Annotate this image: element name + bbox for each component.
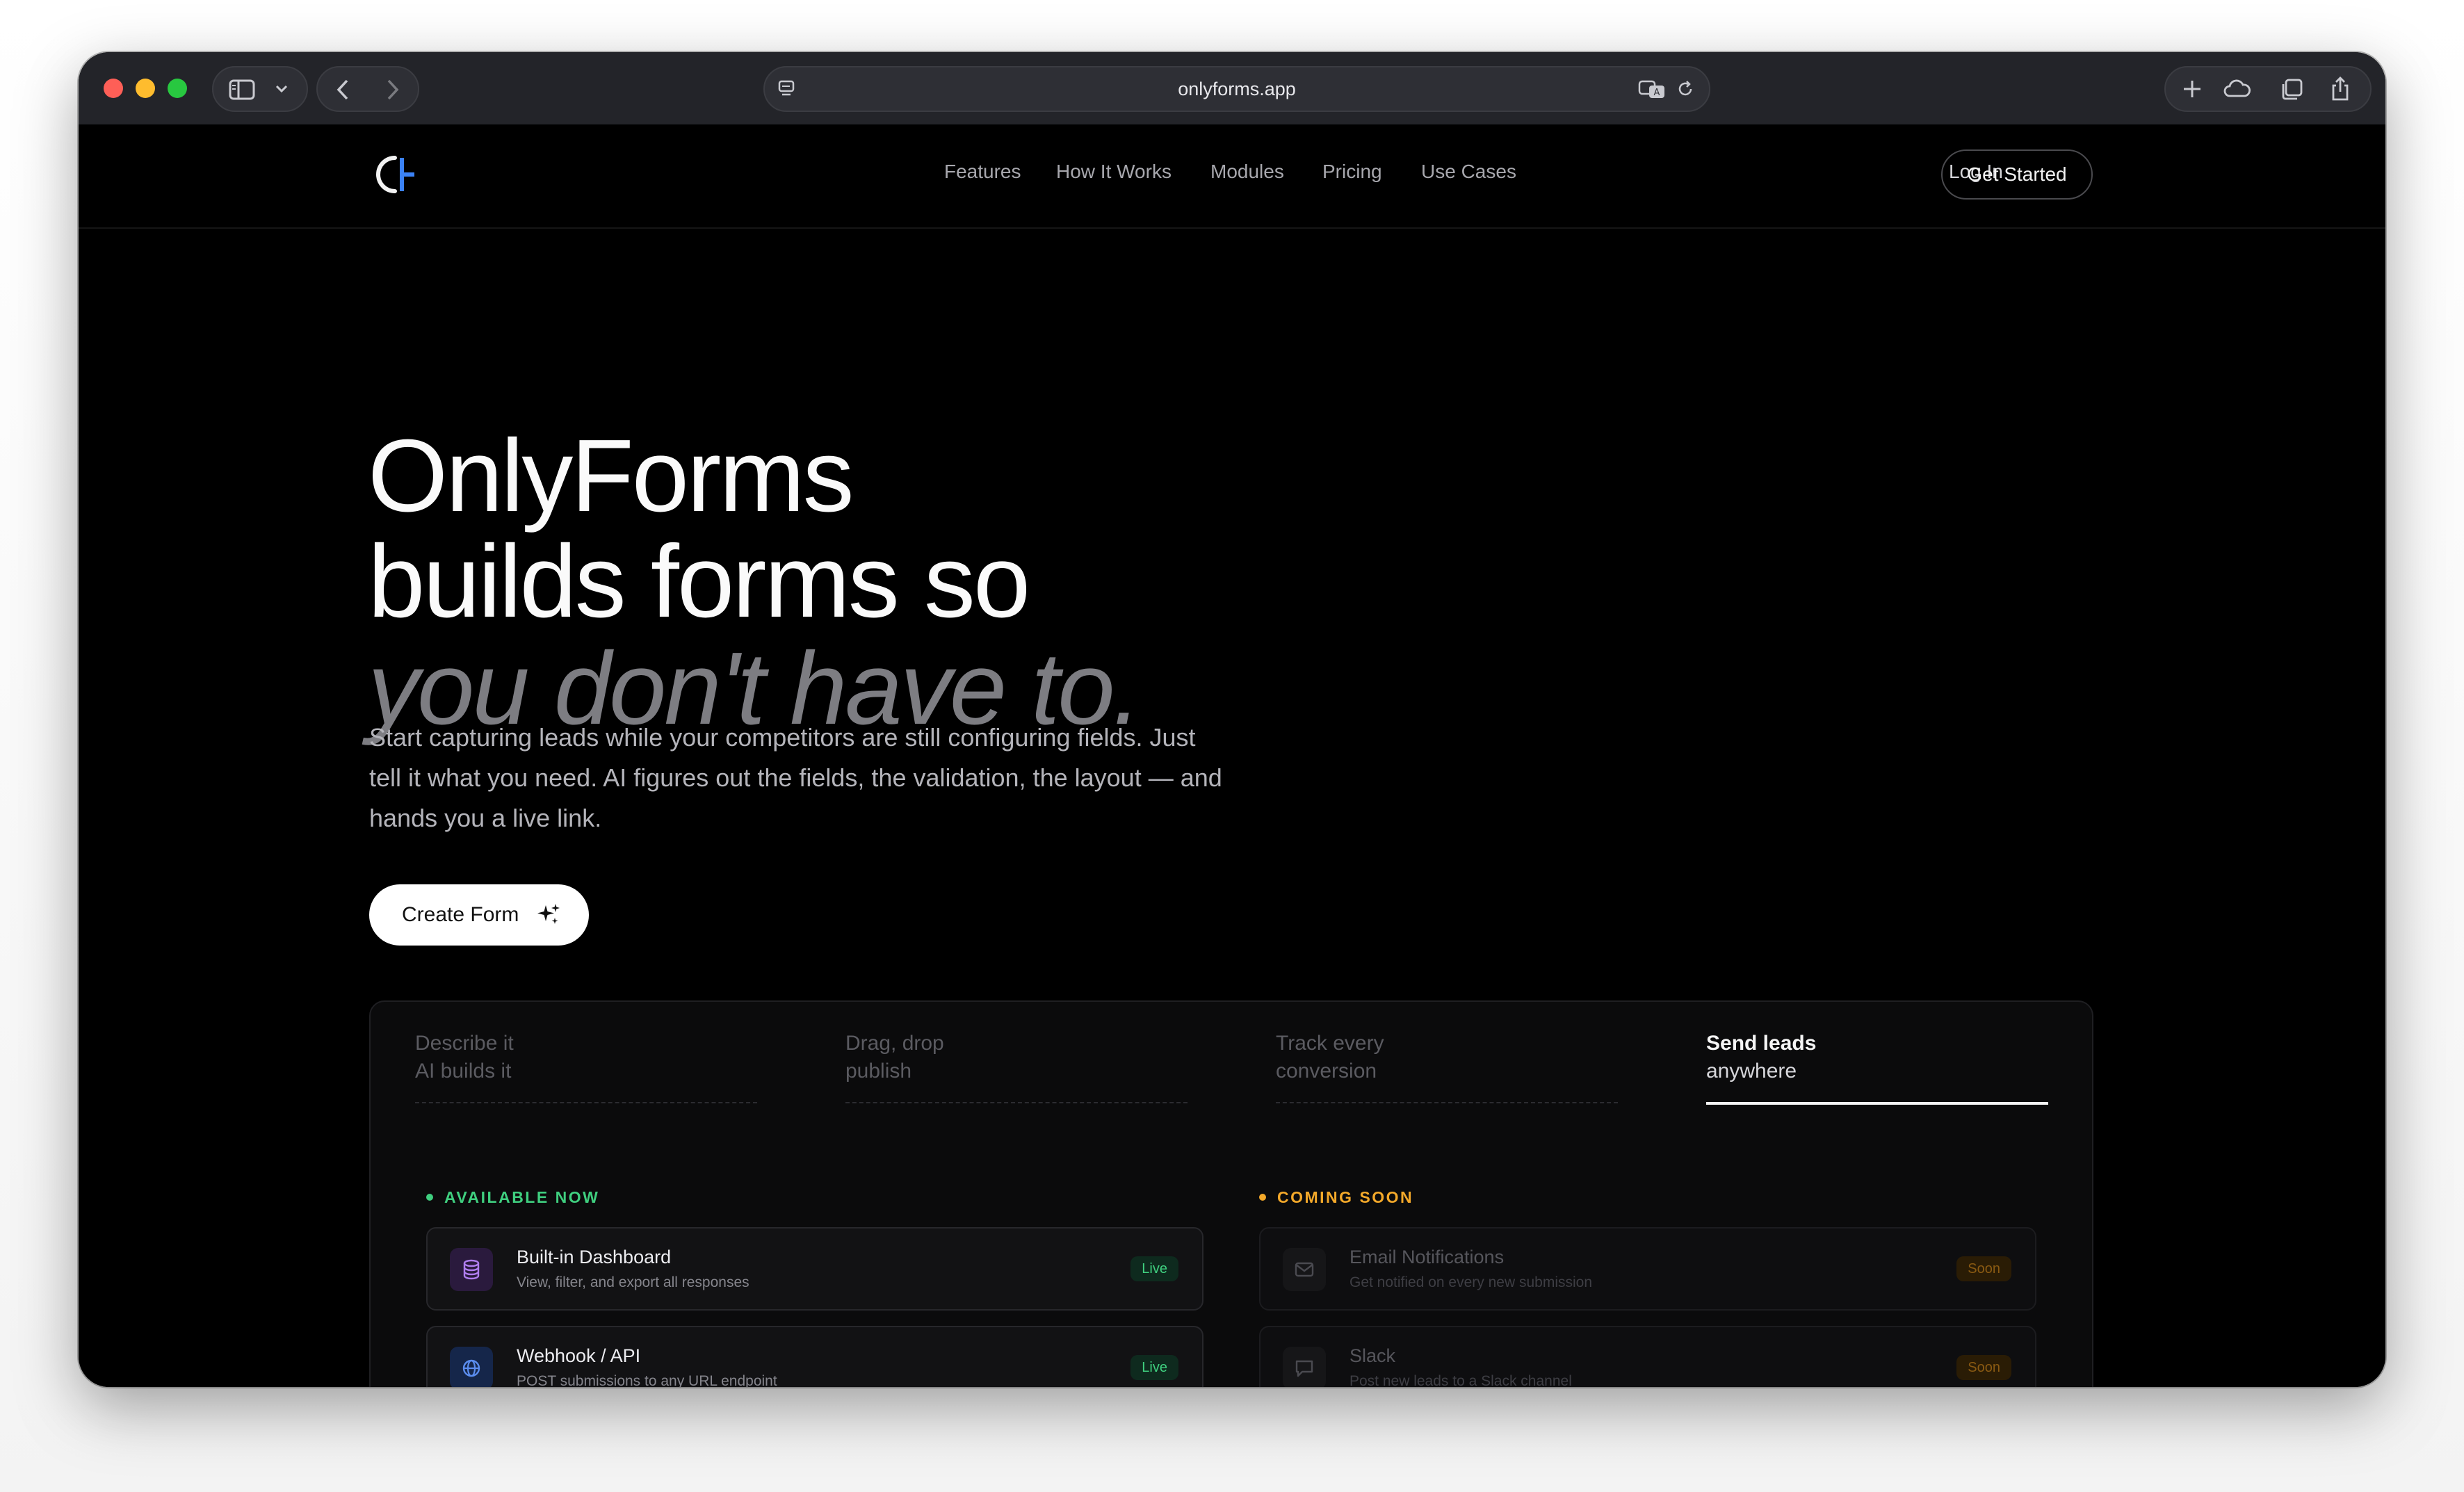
browser-toolbar: onlyforms.app A xyxy=(79,52,2385,126)
nav-link-modules[interactable]: Modules xyxy=(1210,161,1284,183)
translate-icon[interactable]: A xyxy=(1638,79,1666,99)
icloud-icon[interactable] xyxy=(2223,79,2252,99)
module-card-webhook[interactable]: Webhook / API POST submissions to any UR… xyxy=(426,1326,1203,1387)
amber-dot-icon xyxy=(1259,1193,1266,1201)
live-badge: Live xyxy=(1130,1355,1178,1380)
tab-line-2: AI builds it xyxy=(415,1060,512,1082)
svg-text:A: A xyxy=(1654,88,1660,98)
share-icon[interactable] xyxy=(2330,76,2351,102)
minimize-window-button[interactable] xyxy=(136,79,155,98)
address-bar[interactable]: onlyforms.app A xyxy=(763,66,1710,112)
tab-line-1: Track every xyxy=(1276,1032,1384,1055)
coming-soon-text: COMING SOON xyxy=(1277,1188,1414,1206)
create-form-button[interactable]: Create Form xyxy=(369,884,589,946)
module-title: Email Notifications xyxy=(1349,1247,1505,1267)
zoom-window-button[interactable] xyxy=(168,79,187,98)
close-window-button[interactable] xyxy=(104,79,123,98)
tab-describe-it[interactable]: Describe it AI builds it xyxy=(415,1030,757,1103)
nav-link-how-it-works[interactable]: How It Works xyxy=(1056,161,1172,183)
soon-badge: Soon xyxy=(1956,1256,2011,1281)
tab-line-1: Describe it xyxy=(415,1032,514,1055)
url-text: onlyforms.app xyxy=(1178,79,1296,99)
module-card-dashboard[interactable]: Built-in Dashboard View, filter, and exp… xyxy=(426,1227,1203,1311)
tab-send-leads[interactable]: Send leads anywhere xyxy=(1706,1030,2048,1105)
tab-track-conversion[interactable]: Track every conversion xyxy=(1276,1030,1618,1103)
toolbar-actions-group xyxy=(2164,66,2372,112)
nav-link-use-cases[interactable]: Use Cases xyxy=(1421,161,1516,183)
get-started-button[interactable]: Get Started xyxy=(1941,149,2093,200)
tab-line-1: Drag, drop xyxy=(845,1032,944,1055)
module-card-email[interactable]: Email Notifications Get notified on ever… xyxy=(1259,1227,2036,1311)
site-header: Features How It Works Modules Pricing Us… xyxy=(79,124,2385,229)
coming-soon-label: COMING SOON xyxy=(1259,1188,1413,1207)
web-page: Features How It Works Modules Pricing Us… xyxy=(79,124,2385,1387)
module-title: Slack xyxy=(1349,1345,1396,1366)
mail-icon xyxy=(1283,1248,1326,1291)
reload-icon[interactable] xyxy=(1676,79,1695,99)
tab-line-2: publish xyxy=(845,1060,912,1082)
module-title: Webhook / API xyxy=(517,1345,641,1366)
module-description: Post new leads to a Slack channel xyxy=(1349,1373,1572,1387)
features-panel: Describe it AI builds it Drag, drop publ… xyxy=(369,1000,2093,1387)
tab-overview-icon[interactable] xyxy=(2280,78,2303,102)
hero-heading-line-1: OnlyForms xyxy=(368,419,854,533)
back-arrow-icon[interactable] xyxy=(336,79,350,101)
module-description: View, filter, and export all responses xyxy=(517,1274,749,1290)
new-tab-plus-icon[interactable] xyxy=(2181,78,2203,100)
nav-link-features[interactable]: Features xyxy=(944,161,1021,183)
available-now-label: AVAILABLE NOW xyxy=(426,1188,599,1207)
soon-badge: Soon xyxy=(1956,1355,2011,1380)
browser-window: onlyforms.app A Features How It Works Mo… xyxy=(79,52,2385,1387)
module-title: Built-in Dashboard xyxy=(517,1247,672,1267)
database-icon xyxy=(450,1248,493,1291)
tab-drag-drop[interactable]: Drag, drop publish xyxy=(845,1030,1188,1103)
tab-line-2: conversion xyxy=(1276,1060,1377,1082)
chevron-down-icon[interactable] xyxy=(275,84,289,94)
onlyforms-logo-icon[interactable] xyxy=(374,152,419,200)
chat-bubble-icon xyxy=(1283,1347,1326,1387)
sidebar-icon xyxy=(229,79,255,100)
hero-heading-line-2: builds forms so xyxy=(368,524,1030,639)
hero-subtitle: Start capturing leads while your competi… xyxy=(369,723,1222,832)
module-card-slack[interactable]: Slack Post new leads to a Slack channel … xyxy=(1259,1326,2036,1387)
tab-line-2: anywhere xyxy=(1706,1060,1797,1082)
tab-line-1: Send leads xyxy=(1706,1032,1817,1055)
available-now-text: AVAILABLE NOW xyxy=(444,1188,600,1206)
create-form-label: Create Form xyxy=(402,903,519,926)
nav-link-pricing[interactable]: Pricing xyxy=(1322,161,1382,183)
sidebar-toggle-button[interactable] xyxy=(212,66,308,112)
sparkles-icon xyxy=(536,902,561,933)
module-description: POST submissions to any URL endpoint xyxy=(517,1373,777,1387)
green-dot-icon xyxy=(426,1193,433,1201)
forward-arrow-icon[interactable] xyxy=(386,79,400,101)
live-badge: Live xyxy=(1130,1256,1178,1281)
module-description: Get notified on every new submission xyxy=(1349,1274,1593,1290)
globe-icon xyxy=(450,1347,493,1387)
history-nav-group xyxy=(316,66,419,112)
